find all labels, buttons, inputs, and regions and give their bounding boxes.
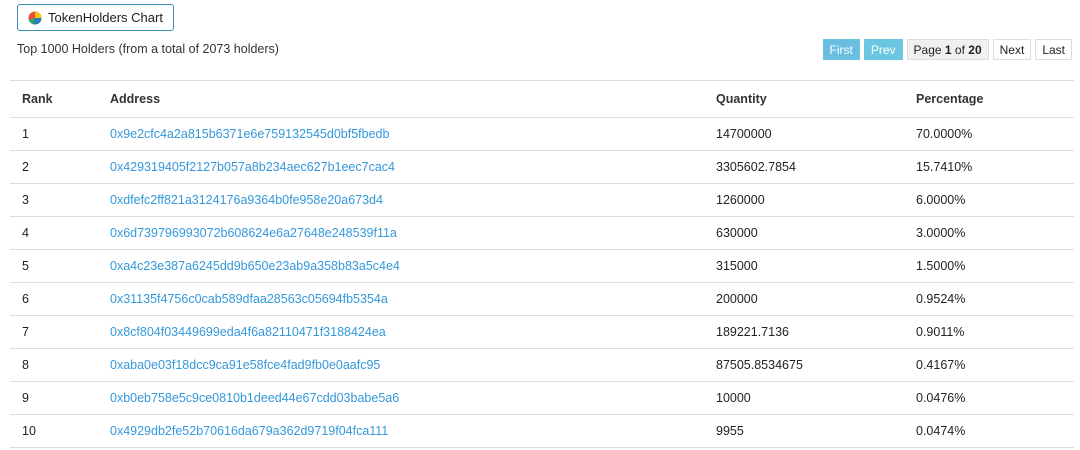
page-indicator: Page 1 of 20 [906,39,989,60]
quantity-cell: 200000 [704,282,904,316]
prev-page-button[interactable]: Prev [863,39,903,60]
address-cell: 0xaba0e03f18dcc9ca91e58fce4fad9fb0e0aafc… [98,348,704,382]
table-row: 5 0xa4c23e387a6245dd9b650e23ab9a358b83a5c… [10,249,1074,283]
last-page-button[interactable]: Last [1035,39,1072,60]
address-link[interactable]: 0xaba0e03f18dcc9ca91e58fce4fad9fb0e0aafc… [110,358,380,372]
table-row: 2 0x429319405f2127b057a8b234aec627b1eec7c… [10,150,1074,184]
rank-header: Rank [10,80,98,118]
holders-summary: Top 1000 Holders (from a total of 2073 h… [17,42,279,56]
rank-cell: 9 [10,381,98,415]
table-row: 6 0x31135f4756c0cab589dfaa28563c05694fb53… [10,282,1074,316]
rank-cell: 1 [10,117,98,151]
address-cell: 0xa4c23e387a6245dd9b650e23ab9a358b83a5c4… [98,249,704,283]
total-pages: 20 [968,43,982,57]
quantity-cell: 1260000 [704,183,904,217]
address-link[interactable]: 0x4929db2fe52b70616da679a362d9719f04fca1… [110,424,388,438]
percentage-cell: 0.4167% [904,348,1074,382]
table-row: 7 0x8cf804f03449699eda4f6a82110471f318842… [10,315,1074,349]
percentage-cell: 0.0474% [904,414,1074,448]
address-cell: 0x429319405f2127b057a8b234aec627b1eec7ca… [98,150,704,184]
holders-table: Rank Address Quantity Percentage 1 0x9e2c… [10,80,1074,448]
rank-cell: 4 [10,216,98,250]
address-link[interactable]: 0xdfefc2ff821a3124176a9364b0fe958e20a673… [110,193,383,207]
quantity-header: Quantity [704,80,904,118]
table-row: 1 0x9e2cfc4a2a815b6371e6e759132545d0bf5fb… [10,117,1074,151]
rank-cell: 2 [10,150,98,184]
table-row: 9 0xb0eb758e5c9ce0810b1deed44e67cdd03babe… [10,381,1074,415]
percentage-cell: 6.0000% [904,183,1074,217]
token-holders-chart-button[interactable]: TokenHolders Chart [17,4,174,31]
table-header-row: Rank Address Quantity Percentage [10,80,1074,118]
rank-cell: 7 [10,315,98,349]
table-row: 4 0x6d739796993072b608624e6a27648e248539f… [10,216,1074,250]
percentage-cell: 3.0000% [904,216,1074,250]
percentage-cell: 15.7410% [904,150,1074,184]
rank-cell: 5 [10,249,98,283]
percentage-cell: 0.9524% [904,282,1074,316]
current-page: 1 [944,43,952,57]
address-link[interactable]: 0xb0eb758e5c9ce0810b1deed44e67cdd03babe5… [110,391,399,405]
address-cell: 0xdfefc2ff821a3124176a9364b0fe958e20a673… [98,183,704,217]
percentage-cell: 70.0000% [904,117,1074,151]
next-page-button[interactable]: Next [992,39,1032,60]
address-cell: 0x31135f4756c0cab589dfaa28563c05694fb535… [98,282,704,316]
address-link[interactable]: 0x8cf804f03449699eda4f6a82110471f3188424… [110,325,386,339]
address-cell: 0x8cf804f03449699eda4f6a82110471f3188424… [98,315,704,349]
address-link[interactable]: 0xa4c23e387a6245dd9b650e23ab9a358b83a5c4… [110,259,400,273]
percentage-header: Percentage [904,80,1074,118]
address-link[interactable]: 0x6d739796993072b608624e6a27648e248539f1… [110,226,397,240]
table-row: 8 0xaba0e03f18dcc9ca91e58fce4fad9fb0e0aaf… [10,348,1074,382]
quantity-cell: 189221.7136 [704,315,904,349]
quantity-cell: 14700000 [704,117,904,151]
table-row: 3 0xdfefc2ff821a3124176a9364b0fe958e20a67… [10,183,1074,217]
quantity-cell: 87505.8534675 [704,348,904,382]
percentage-cell: 0.9011% [904,315,1074,349]
address-header: Address [98,80,704,118]
percentage-cell: 1.5000% [904,249,1074,283]
pie-chart-icon [28,11,42,25]
percentage-cell: 0.0476% [904,381,1074,415]
token-holders-page: TokenHolders Chart Top 1000 Holders (fro… [0,0,1080,450]
quantity-cell: 630000 [704,216,904,250]
rank-cell: 10 [10,414,98,448]
rank-cell: 3 [10,183,98,217]
address-link[interactable]: 0x429319405f2127b057a8b234aec627b1eec7ca… [110,160,395,174]
rank-cell: 8 [10,348,98,382]
address-cell: 0x9e2cfc4a2a815b6371e6e759132545d0bf5fbe… [98,117,704,151]
address-cell: 0x4929db2fe52b70616da679a362d9719f04fca1… [98,414,704,448]
table-row: 10 0x4929db2fe52b70616da679a362d9719f04fc… [10,414,1074,448]
address-cell: 0x6d739796993072b608624e6a27648e248539f1… [98,216,704,250]
quantity-cell: 315000 [704,249,904,283]
address-link[interactable]: 0x9e2cfc4a2a815b6371e6e759132545d0bf5fbe… [110,127,389,141]
pagination: First Prev Page 1 of 20 Next Last [822,39,1072,60]
quantity-cell: 10000 [704,381,904,415]
quantity-cell: 9955 [704,414,904,448]
rank-cell: 6 [10,282,98,316]
address-cell: 0xb0eb758e5c9ce0810b1deed44e67cdd03babe5… [98,381,704,415]
address-link[interactable]: 0x31135f4756c0cab589dfaa28563c05694fb535… [110,292,388,306]
quantity-cell: 3305602.7854 [704,150,904,184]
chart-button-label: TokenHolders Chart [48,10,163,25]
first-page-button[interactable]: First [822,39,860,60]
